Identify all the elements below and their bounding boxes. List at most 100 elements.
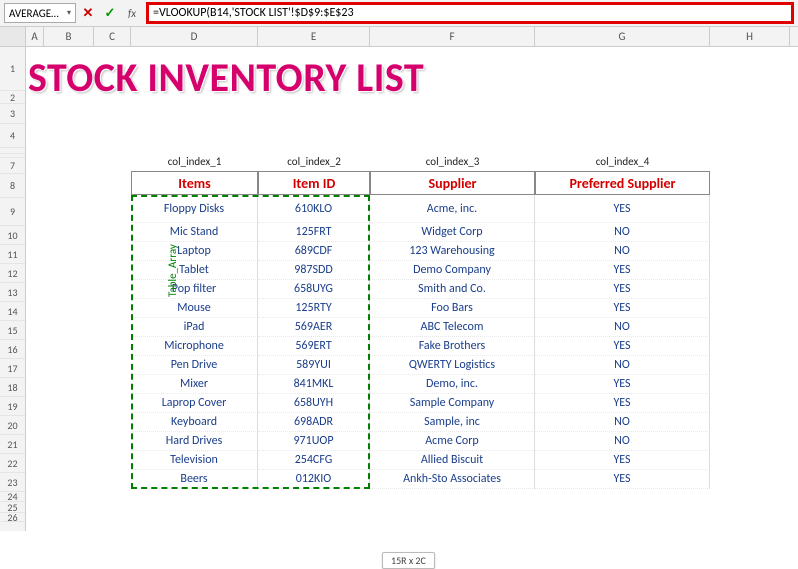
cell-item[interactable]: Microphone (131, 337, 258, 356)
cell-item-id[interactable]: 012KIO (258, 470, 370, 489)
cell-item[interactable]: Laptop (131, 242, 258, 261)
row-header[interactable]: 14 (0, 302, 25, 321)
cell-preferred[interactable]: YES (535, 451, 710, 470)
cell-item-id[interactable]: 689CDF (258, 242, 370, 261)
select-all-corner[interactable] (0, 27, 26, 46)
row-header[interactable]: 2 (0, 91, 25, 104)
cell-item[interactable]: Hard Drives (131, 432, 258, 451)
header-items[interactable]: Items (131, 171, 258, 195)
cell-item-id[interactable]: 658UYG (258, 280, 370, 299)
col-header-F[interactable]: F (370, 27, 535, 46)
cell-item[interactable]: Mouse (131, 299, 258, 318)
cell-item[interactable]: Laprop Cover (131, 394, 258, 413)
sheet-area[interactable]: STOCK INVENTORY LIST col_index_1 col_ind… (26, 47, 798, 531)
cell-preferred[interactable]: NO (535, 242, 710, 261)
row-header[interactable]: 7 (0, 158, 25, 174)
header-preferred-supplier[interactable]: Preferred Supplier (535, 171, 710, 195)
cell-item-id[interactable]: 125RTY (258, 299, 370, 318)
cell-preferred[interactable]: YES (535, 261, 710, 280)
cell-preferred[interactable]: YES (535, 299, 710, 318)
cell-item[interactable]: Television (131, 451, 258, 470)
row-header[interactable]: 18 (0, 378, 25, 397)
cell-preferred[interactable]: YES (535, 195, 710, 223)
cell-item[interactable]: iPad (131, 318, 258, 337)
cell-supplier[interactable]: Acme Corp (370, 432, 535, 451)
row-header[interactable]: 4 (0, 124, 25, 148)
row-header[interactable]: 3 (0, 104, 25, 124)
cell-supplier[interactable]: Fake Brothers (370, 337, 535, 356)
fx-icon[interactable]: fx (122, 3, 142, 23)
cell-preferred[interactable]: YES (535, 337, 710, 356)
row-header[interactable]: 15 (0, 321, 25, 340)
cell-item-id[interactable]: 254CFG (258, 451, 370, 470)
cell-item-id[interactable]: 569ERT (258, 337, 370, 356)
col-header-B[interactable]: B (44, 27, 94, 46)
row-header[interactable]: 16 (0, 340, 25, 359)
cell-item-id[interactable]: 987SDD (258, 261, 370, 280)
cell-item[interactable]: Pen Drive (131, 356, 258, 375)
cell-supplier[interactable]: QWERTY Logistics (370, 356, 535, 375)
cell-preferred[interactable]: NO (535, 356, 710, 375)
row-header[interactable]: 19 (0, 397, 25, 416)
col-header-A[interactable]: A (26, 27, 44, 46)
cell-preferred[interactable]: YES (535, 394, 710, 413)
cell-item-id[interactable]: 658UYH (258, 394, 370, 413)
row-header[interactable]: 22 (0, 454, 25, 473)
cell-supplier[interactable]: Demo, inc. (370, 375, 535, 394)
cell-supplier[interactable]: Widget Corp (370, 223, 535, 242)
cell-preferred[interactable]: YES (535, 470, 710, 489)
cell-supplier[interactable]: Ankh-Sto Associates (370, 470, 535, 489)
cell-item[interactable]: Beers (131, 470, 258, 489)
cell-supplier[interactable]: Acme, inc. (370, 195, 535, 223)
cell-item-id[interactable]: 589YUI (258, 356, 370, 375)
cell-supplier[interactable]: ABC Telecom (370, 318, 535, 337)
col-header-G[interactable]: G (535, 27, 710, 46)
row-header[interactable]: 8 (0, 174, 25, 198)
cancel-icon[interactable]: ✕ (78, 3, 98, 23)
row-header[interactable]: 26 (0, 513, 25, 522)
chevron-down-icon[interactable]: ▾ (67, 8, 71, 18)
row-header[interactable]: 1 (0, 47, 25, 91)
col-header-H[interactable]: H (710, 27, 790, 46)
cell-preferred[interactable]: YES (535, 375, 710, 394)
cell-item-id[interactable]: 698ADR (258, 413, 370, 432)
cell-supplier[interactable]: Sample, inc (370, 413, 535, 432)
cell-item[interactable]: Mic Stand (131, 223, 258, 242)
row-header[interactable]: 12 (0, 264, 25, 283)
cell-supplier[interactable]: Foo Bars (370, 299, 535, 318)
cell-supplier[interactable]: Smith and Co. (370, 280, 535, 299)
header-supplier[interactable]: Supplier (370, 171, 535, 195)
cell-preferred[interactable]: NO (535, 223, 710, 242)
cell-supplier[interactable]: Demo Company (370, 261, 535, 280)
cell-item[interactable]: Tablet (131, 261, 258, 280)
cell-item-id[interactable]: 841MKL (258, 375, 370, 394)
cell-preferred[interactable]: NO (535, 318, 710, 337)
cell-item[interactable]: Keyboard (131, 413, 258, 432)
row-header[interactable]: 10 (0, 226, 25, 245)
cell-item-id[interactable]: 610KLO (258, 195, 370, 223)
cell-item[interactable]: Pop filter (131, 280, 258, 299)
name-box[interactable]: AVERAGE… ▾ (4, 3, 76, 23)
enter-icon[interactable]: ✓ (100, 3, 120, 23)
row-header[interactable]: 11 (0, 245, 25, 264)
header-item-id[interactable]: Item ID (258, 171, 370, 195)
row-header[interactable]: 17 (0, 359, 25, 378)
cell-preferred[interactable]: YES (535, 280, 710, 299)
cell-preferred[interactable]: NO (535, 413, 710, 432)
col-header-C[interactable]: C (94, 27, 131, 46)
cell-item-id[interactable]: 569AER (258, 318, 370, 337)
cell-item[interactable]: Floppy Disks (131, 195, 258, 223)
cell-item-id[interactable]: 125FRT (258, 223, 370, 242)
cell-preferred[interactable]: NO (535, 432, 710, 451)
row-header[interactable]: 13 (0, 283, 25, 302)
cell-supplier[interactable]: Sample Company (370, 394, 535, 413)
row-header[interactable]: 21 (0, 435, 25, 454)
cell-item-id[interactable]: 971UOP (258, 432, 370, 451)
row-header[interactable]: 20 (0, 416, 25, 435)
cell-item[interactable]: Mixer (131, 375, 258, 394)
formula-input[interactable]: =VLOOKUP(B14,'STOCK LIST'!$D$9:$E$23 (146, 2, 794, 24)
cell-supplier[interactable]: 123 Warehousing (370, 242, 535, 261)
row-header[interactable]: 9 (0, 198, 25, 226)
cell-supplier[interactable]: Allied Biscuit (370, 451, 535, 470)
col-header-E[interactable]: E (258, 27, 370, 46)
